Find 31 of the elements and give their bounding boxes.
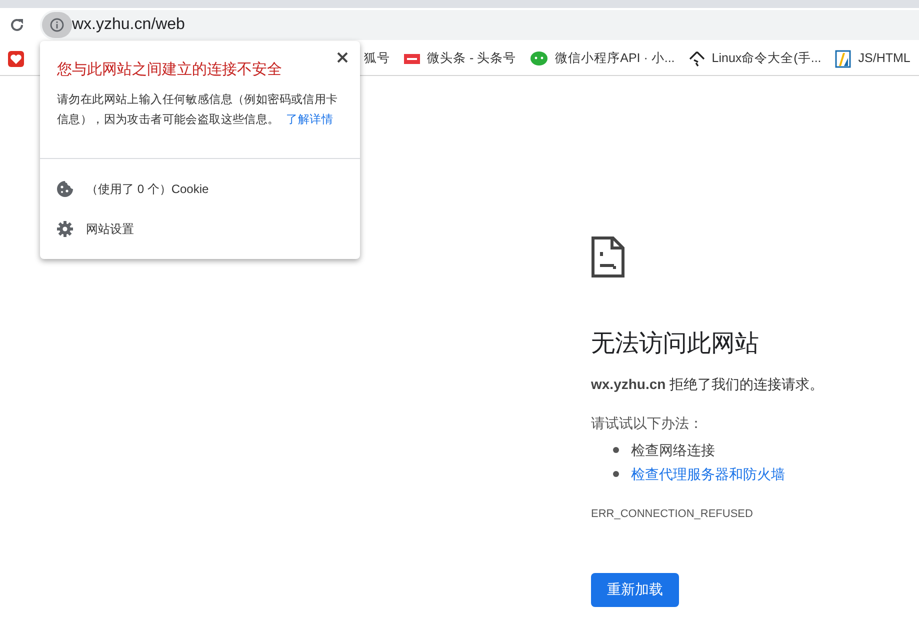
error-code: ERR_CONNECTION_REFUSED [591, 507, 754, 522]
suggestions-label: 请试试以下办法： [591, 414, 704, 433]
bookmark[interactable]: 狐号 [358, 44, 396, 72]
news-logo-icon [404, 54, 420, 64]
site-settings-item[interactable]: 网站设置 [40, 208, 360, 248]
suggestion-text: 检查网络连接 [631, 440, 715, 460]
error-title: 无法访问此网站 [591, 329, 760, 359]
cookie-icon [56, 180, 74, 198]
url-text: wx.yzhu.cn/web [72, 15, 185, 35]
address-bar[interactable]: wx.yzhu.cn/web [40, 10, 919, 40]
bullet-icon [613, 471, 619, 477]
site-info-button[interactable] [42, 12, 72, 38]
bookmark[interactable]: 微头条 - 头条号 [398, 44, 522, 72]
heart-logo-icon [8, 50, 24, 66]
info-icon [50, 18, 64, 32]
bookmark[interactable]: JS/HTML [829, 44, 916, 72]
cookies-item[interactable]: （使用了 0 个）Cookie [40, 168, 360, 208]
reload-icon [9, 17, 25, 33]
suggestion-link[interactable]: 检查代理服务器和防火墙 [631, 464, 785, 484]
bookmark[interactable]: Linux命令大全(手... [682, 44, 828, 72]
bullet-icon [613, 447, 619, 453]
learn-more-link[interactable]: 了解详情 [286, 114, 334, 126]
reload-button[interactable]: 重新加载 [591, 572, 679, 606]
warning-message: 请勿在此网站上输入任何敏感信息（例如密码或信用卡信息），因为攻击者可能会盗取这些信息。 了解详情 [57, 92, 339, 128]
error-message: wx.yzhu.cn 拒绝了我们的连接请求。 [591, 375, 825, 394]
bookmark[interactable]: 微信小程序API · 小... [524, 44, 681, 72]
chat-bubble-icon [530, 50, 548, 66]
sad-page-icon [591, 236, 625, 278]
popup-title: 您与此网站之间建立的连接不安全 [57, 60, 283, 80]
format-logo-icon [835, 50, 852, 68]
close-icon [336, 52, 348, 62]
